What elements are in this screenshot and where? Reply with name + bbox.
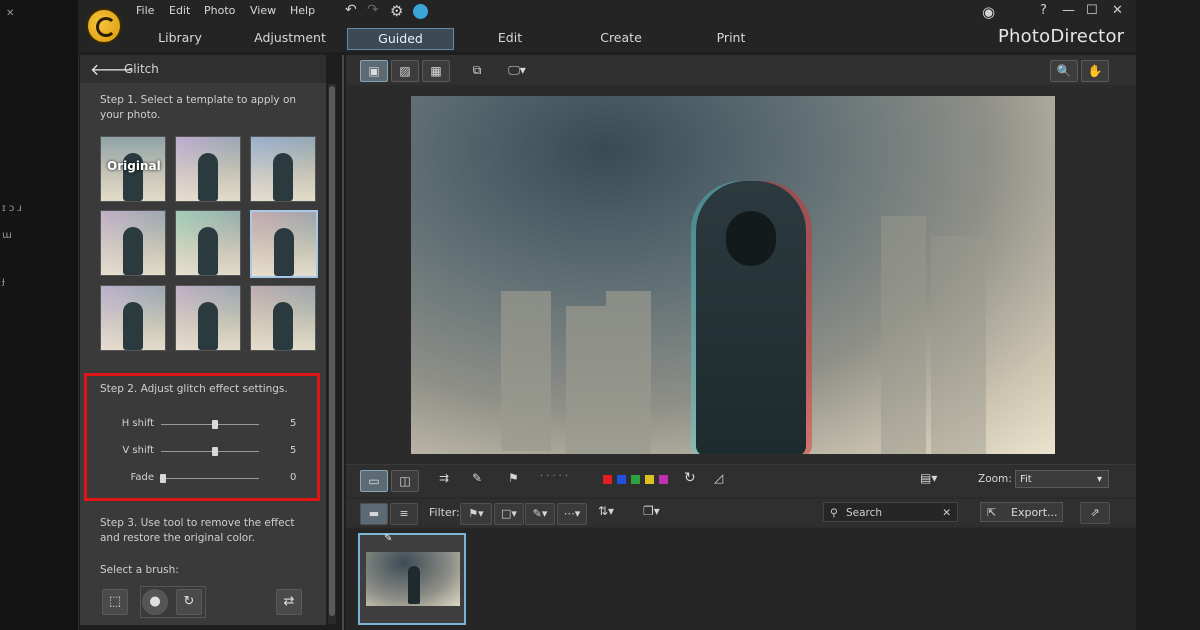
close-button[interactable]: ✕ bbox=[1112, 3, 1123, 18]
filmstrip-view-icon[interactable]: ▬ bbox=[360, 503, 388, 525]
zoom-select[interactable]: Fit ▾ bbox=[1015, 470, 1109, 488]
template-thumb[interactable] bbox=[175, 285, 241, 351]
menu-help[interactable]: Help bbox=[290, 4, 315, 17]
edit-filter-icon[interactable]: ✎▾ bbox=[525, 503, 555, 525]
template-thumb[interactable] bbox=[175, 210, 241, 276]
tab-create[interactable]: Create bbox=[590, 28, 652, 48]
color-label-swatch[interactable] bbox=[631, 475, 640, 484]
edited-badge-icon: ✎ bbox=[384, 533, 393, 544]
export-button[interactable]: ⇱ Export... bbox=[980, 502, 1063, 522]
edge-text: ɟ bbox=[2, 276, 5, 287]
menu-photo[interactable]: Photo bbox=[204, 4, 235, 17]
search-placeholder: Search bbox=[846, 507, 883, 519]
sort-icon[interactable]: ⇅▾ bbox=[598, 504, 614, 518]
zoom-label: Zoom: bbox=[978, 473, 1012, 485]
single-view-icon[interactable]: ▣ bbox=[360, 60, 388, 82]
notification-icon[interactable] bbox=[413, 4, 428, 19]
tab-adjustment[interactable]: Adjustment bbox=[248, 28, 332, 48]
template-thumb[interactable] bbox=[250, 210, 318, 278]
rating-dots[interactable]: ····· bbox=[540, 471, 571, 482]
stack-icon[interactable]: ❐▾ bbox=[643, 504, 660, 518]
account-icon[interactable]: ◉ bbox=[982, 3, 995, 21]
dual-photo-icon[interactable]: ◫ bbox=[391, 470, 419, 492]
monitor-icon[interactable]: 🖵▾ bbox=[504, 60, 530, 80]
single-photo-icon[interactable]: ▭ bbox=[360, 470, 388, 492]
gear-icon[interactable]: ⚙ bbox=[390, 2, 403, 20]
help-button[interactable]: ? bbox=[1040, 3, 1047, 18]
zoom-tool-icon[interactable]: 🔍 bbox=[1050, 60, 1078, 82]
template-thumb[interactable] bbox=[100, 285, 166, 351]
menu-view[interactable]: View bbox=[250, 4, 276, 17]
grid-view-icon[interactable]: ▦ bbox=[422, 60, 450, 82]
rotate-icon[interactable]: ↻ bbox=[684, 470, 696, 486]
edge-text: ɪ ɔ ɹ bbox=[2, 203, 22, 214]
brush-tool-icon[interactable]: ✎ bbox=[472, 471, 482, 485]
menu-file[interactable]: File bbox=[136, 4, 154, 17]
step3-text: Step 3. Use tool to remove the effect an… bbox=[100, 517, 295, 544]
app-logo-icon bbox=[86, 8, 122, 44]
app-brand: PhotoDirector bbox=[998, 26, 1125, 47]
panel-title: Glitch bbox=[124, 62, 159, 76]
color-label-swatch[interactable] bbox=[659, 475, 668, 484]
undo-icon[interactable]: ↶ bbox=[345, 2, 357, 18]
template-thumb[interactable]: Original bbox=[100, 136, 166, 202]
tab-print[interactable]: Print bbox=[702, 28, 760, 48]
template-thumb[interactable] bbox=[100, 210, 166, 276]
panel-divider bbox=[342, 55, 344, 630]
tab-edit[interactable]: Edit bbox=[480, 28, 540, 48]
flag-filter-icon[interactable]: ⚑▾ bbox=[460, 503, 492, 525]
tab-library[interactable]: Library bbox=[140, 28, 220, 48]
redo-icon[interactable]: ↷ bbox=[367, 2, 379, 18]
menu-edit[interactable]: Edit bbox=[169, 4, 190, 17]
export-icon: ⇱ bbox=[987, 506, 997, 519]
color-label-swatch[interactable] bbox=[645, 475, 654, 484]
filmstrip-photo[interactable] bbox=[366, 552, 460, 606]
round-brush-icon[interactable]: ● bbox=[142, 589, 168, 615]
pin-icon: ✕ bbox=[6, 8, 15, 19]
clear-icon[interactable]: ✕ bbox=[942, 503, 951, 523]
share-icon[interactable]: ⇗ bbox=[1080, 502, 1110, 524]
search-input[interactable]: ⚲ Search ✕ bbox=[823, 502, 958, 522]
step1-text: Step 1. Select a template to apply on yo… bbox=[100, 94, 297, 121]
search-icon: ⚲ bbox=[830, 507, 838, 519]
color-label-swatch[interactable] bbox=[603, 475, 612, 484]
edge-text: ɯ bbox=[2, 230, 12, 241]
pan-hand-icon[interactable]: ✋ bbox=[1081, 60, 1109, 82]
filter-label: Filter: bbox=[429, 506, 460, 519]
photo-canvas[interactable] bbox=[411, 96, 1055, 454]
template-thumb[interactable] bbox=[250, 285, 316, 351]
flag-icon[interactable]: ⚑ bbox=[508, 471, 519, 485]
smart-brush-icon[interactable]: ↻ bbox=[176, 589, 202, 615]
auto-brush-icon[interactable]: ⬚ bbox=[102, 589, 128, 615]
color-label-swatch[interactable] bbox=[617, 475, 626, 484]
right-edge-panel bbox=[1136, 0, 1200, 630]
minimize-button[interactable]: — bbox=[1062, 3, 1075, 18]
template-thumb[interactable] bbox=[175, 136, 241, 202]
panel-scroll-thumb[interactable] bbox=[329, 86, 335, 616]
list-view-icon[interactable]: ≡ bbox=[390, 503, 418, 525]
info-panel-icon[interactable]: ▤▾ bbox=[920, 471, 937, 485]
brush-label: Select a brush: bbox=[100, 564, 179, 576]
photo-view-icon[interactable]: ▨ bbox=[391, 60, 419, 82]
label-filter-icon[interactable]: □▾ bbox=[494, 503, 524, 525]
rating-filter-icon[interactable]: ⋯▾ bbox=[557, 503, 587, 525]
highlight-box bbox=[84, 373, 320, 501]
zoom-value: Fit bbox=[1020, 474, 1032, 485]
export-label: Export... bbox=[1011, 506, 1058, 519]
tab-guided[interactable]: Guided bbox=[347, 28, 454, 50]
swap-icon[interactable]: ⇄ bbox=[276, 589, 302, 615]
rotate-flag-icon[interactable]: ⇉ bbox=[439, 471, 449, 485]
template-label: Original bbox=[107, 159, 161, 173]
left-edge-panel: ✕ ɪ ɔ ɹ ɯ ɟ bbox=[0, 0, 79, 630]
template-thumb[interactable] bbox=[250, 136, 316, 202]
maximize-button[interactable]: ☐ bbox=[1086, 3, 1098, 18]
compare-icon[interactable]: ⧉ bbox=[464, 60, 490, 80]
chevron-down-icon: ▾ bbox=[1096, 474, 1102, 485]
crop-icon[interactable]: ◿ bbox=[714, 471, 723, 485]
